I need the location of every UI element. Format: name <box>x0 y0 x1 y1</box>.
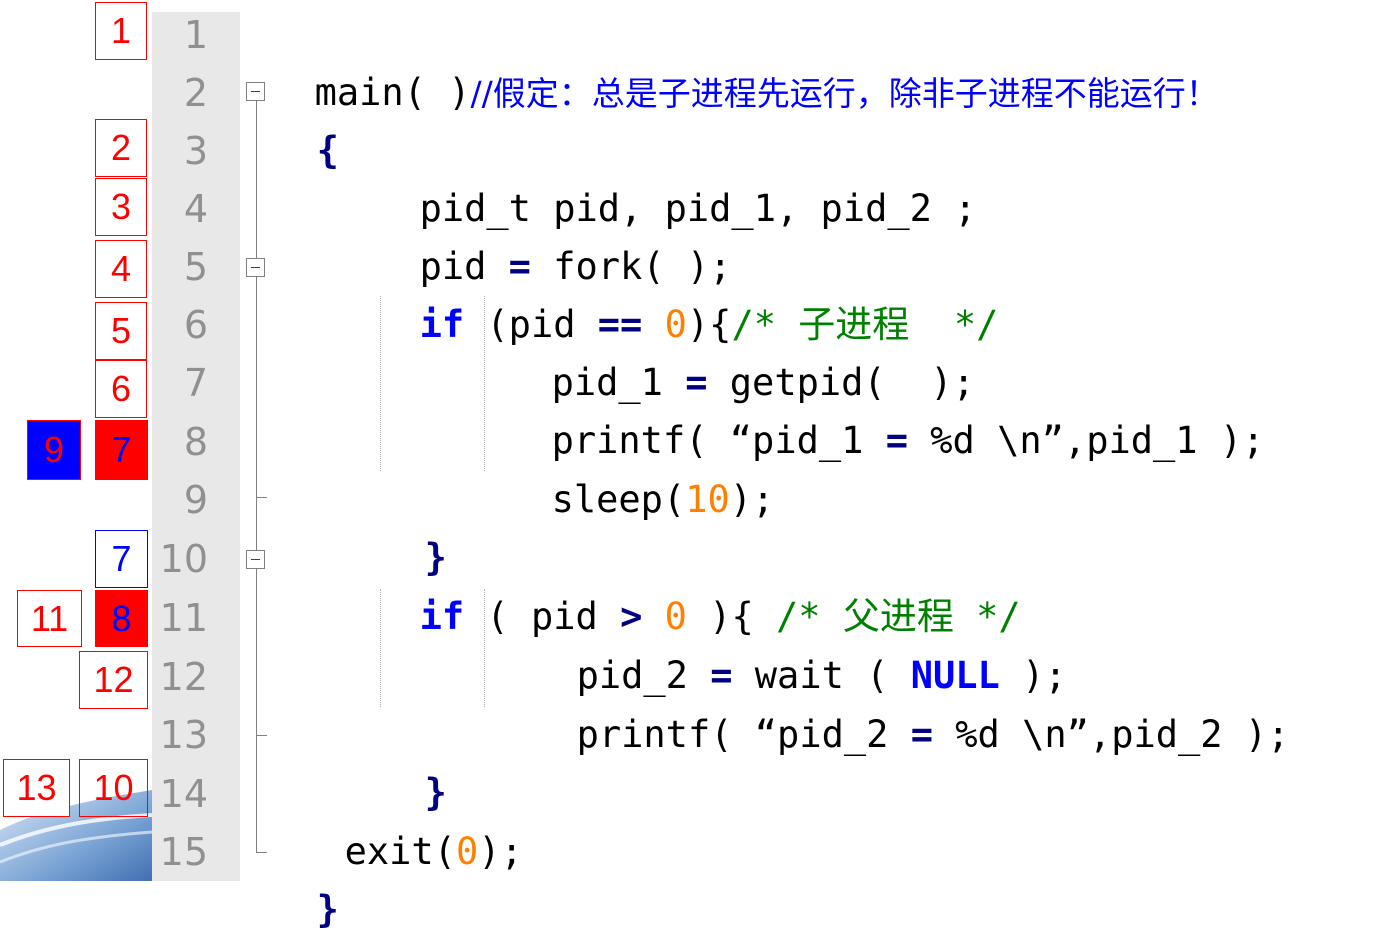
code-line-10: if ( pid > 0 ){ /* 父进程 */ <box>375 530 1021 638</box>
step-marker: 4 <box>95 240 147 298</box>
keyword-if: if <box>419 595 465 638</box>
code-token: exit( <box>344 830 456 873</box>
code-token: %d \n”,pid_2 ); <box>932 713 1290 756</box>
step-marker: 11 <box>17 590 82 647</box>
code-line-1: main( )//假定：总是子进程先运行，除非子进程不能运行！ <box>270 6 1219 114</box>
step-marker: 5 <box>95 302 147 360</box>
step-marker: 10 <box>79 759 148 817</box>
fold-collapse-icon[interactable] <box>246 550 265 569</box>
line-number: 3 <box>183 129 208 173</box>
step-marker-highlight: 8 <box>95 590 148 647</box>
operator: = <box>885 419 908 462</box>
code-line-5: if (pid == 0){/* 子进程 */ <box>375 238 999 346</box>
code-line-2: { <box>272 64 339 172</box>
code-line-9: } <box>380 471 447 579</box>
line-number: 5 <box>183 245 208 289</box>
fold-end-tick <box>256 852 267 853</box>
line-number: 9 <box>183 478 208 522</box>
line-number: 10 <box>159 537 208 581</box>
fold-margin <box>240 12 270 881</box>
code-line-6: pid_1 = getpid( ); <box>507 296 975 404</box>
code-token: ); <box>729 478 775 521</box>
code-token: sleep( <box>551 478 686 521</box>
fold-end-tick <box>256 497 267 498</box>
code-token: printf( “pid_2 <box>576 713 911 756</box>
operator: = <box>910 713 933 756</box>
line-number: 6 <box>183 303 208 347</box>
fold-collapse-icon[interactable] <box>246 82 265 101</box>
step-marker: 12 <box>79 651 148 709</box>
code-line-15: } <box>272 823 339 931</box>
step-marker-highlight: 7 <box>95 420 148 480</box>
line-number: 15 <box>159 830 208 874</box>
line-number: 13 <box>159 713 208 757</box>
line-number: 2 <box>183 71 208 115</box>
code-line-11: pid_2 = wait ( NULL ); <box>532 589 1067 697</box>
step-marker: 2 <box>95 119 147 177</box>
code-line-12: printf( “pid_2 = %d \n”,pid_2 ); <box>532 648 1290 756</box>
line-number: 12 <box>159 655 208 699</box>
fold-end-tick <box>256 735 267 736</box>
step-marker: 7 <box>95 530 148 588</box>
step-marker: 13 <box>3 759 70 817</box>
fold-collapse-icon[interactable] <box>246 258 265 277</box>
line-number: 8 <box>183 420 208 464</box>
code-line-4: pid = fork( ); <box>375 180 732 288</box>
step-marker: 6 <box>95 360 147 418</box>
step-marker: 3 <box>95 178 147 236</box>
line-number: 1 <box>183 13 208 57</box>
fold-line <box>256 101 257 853</box>
line-number: 11 <box>159 596 208 640</box>
assumption-comment: //假定：总是子进程先运行，除非子进程不能运行！ <box>470 74 1219 113</box>
code-line-13: } <box>380 706 447 814</box>
keyword-if: if <box>419 303 465 346</box>
line-number: 7 <box>183 361 208 405</box>
code-line-14: exit(0); <box>300 765 523 873</box>
code-line-3: pid_t pid, pid_1, pid_2 ; <box>375 122 977 230</box>
number-literal: 10 <box>685 478 730 521</box>
code-line-8: sleep(10); <box>507 413 775 521</box>
code-token: %d \n”,pid_1 ); <box>907 419 1265 462</box>
open-brace: { <box>316 129 339 172</box>
step-marker: 1 <box>95 2 147 60</box>
line-number: 4 <box>183 187 208 231</box>
line-number: 14 <box>159 772 208 816</box>
number-literal: 0 <box>455 830 479 873</box>
code-line-7: printf( “pid_1 = %d \n”,pid_1 ); <box>507 354 1265 462</box>
step-marker-highlight: 9 <box>27 420 81 480</box>
close-brace: } <box>316 888 339 931</box>
code-token: ); <box>478 830 523 873</box>
